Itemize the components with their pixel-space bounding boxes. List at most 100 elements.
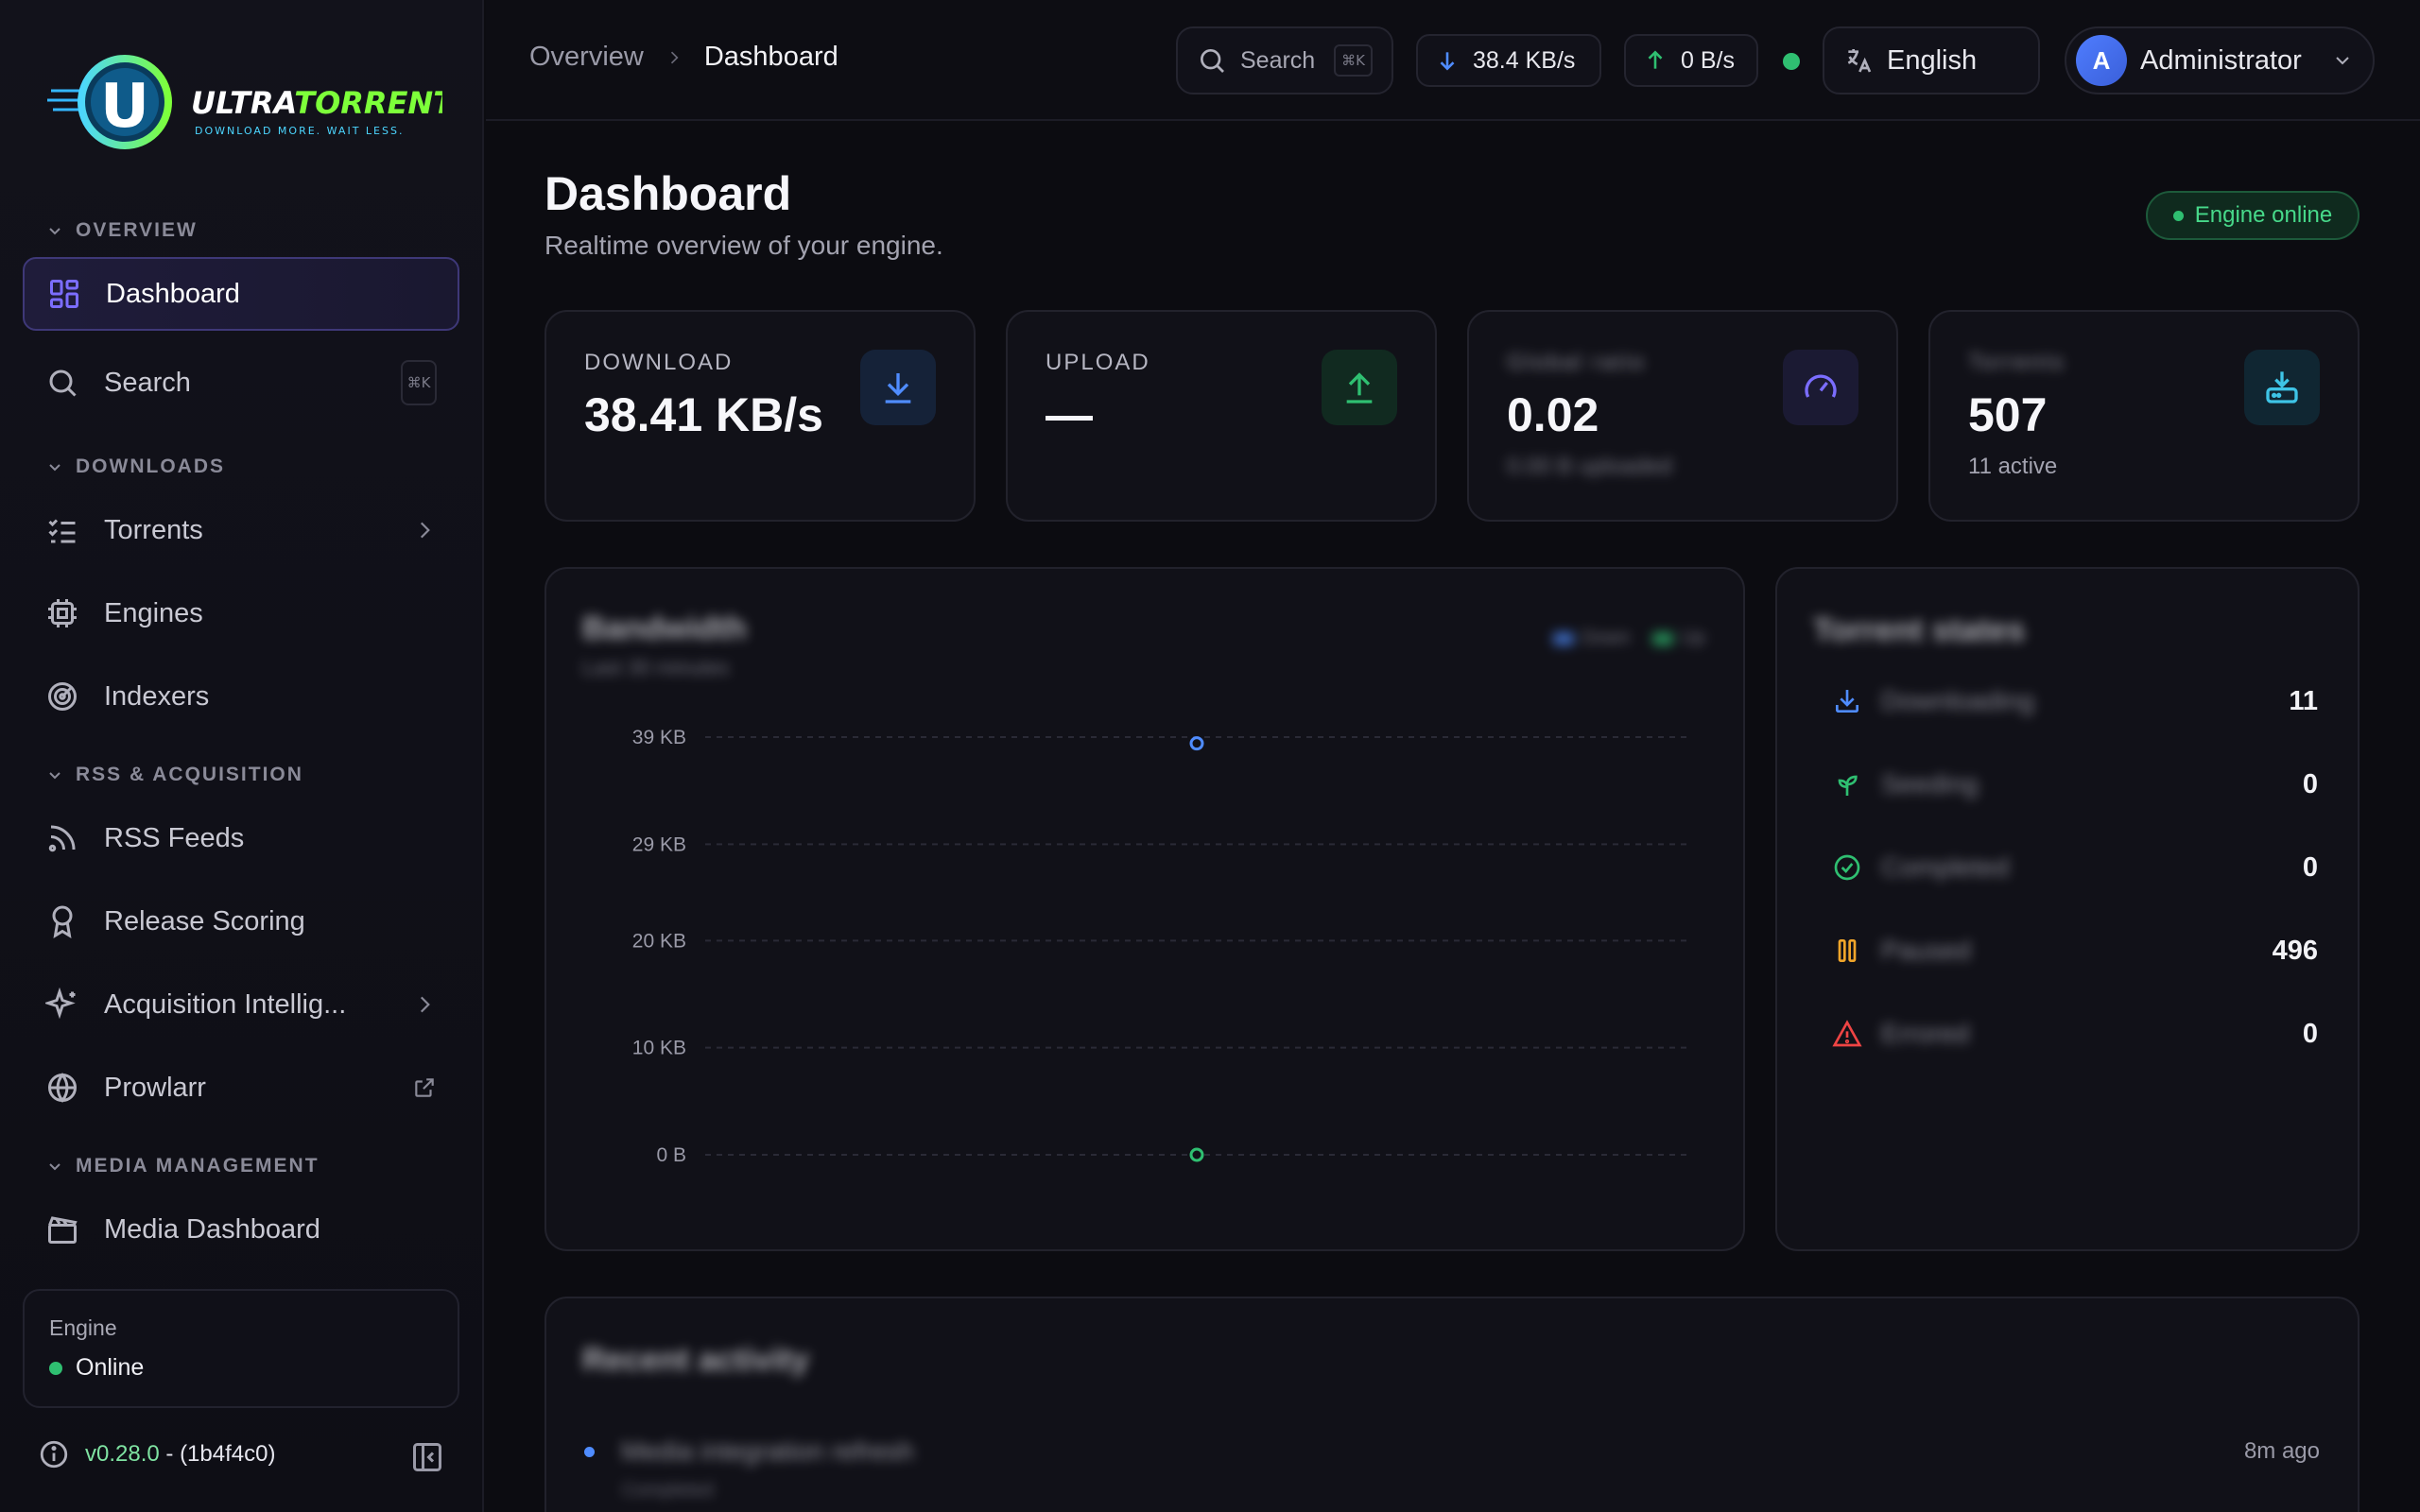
status-label: Completed — [1881, 852, 2010, 882]
torrent-states-panel: Torrent states Downloading 11 Seeding 0 Comp… — [1775, 567, 2360, 1251]
stat-card-download: DOWNLOAD 38.41 KB/s — [544, 310, 976, 522]
chevron-right-icon — [420, 996, 430, 1013]
svg-text:DOWNLOAD MORE. WAIT LESS.: DOWNLOAD MORE. WAIT LESS. — [195, 125, 404, 137]
sidebar-item-engines[interactable]: Engines — [23, 576, 459, 650]
brand-logo[interactable]: U ULTRATORRENT DOWNLOAD MORE. WAIT LESS. — [45, 49, 442, 159]
globe-icon — [48, 1073, 77, 1103]
version-number: v0.28.0 — [85, 1441, 160, 1467]
top-bar: Overview Dashboard Search ⌘K 38.4 KB/s 0… — [486, 0, 2420, 121]
y-tick-label: 39 KB — [632, 727, 686, 748]
collapse-sidebar-icon[interactable] — [410, 1440, 444, 1474]
upload-speed: 0 B/s — [1681, 46, 1735, 74]
status-count: 0 — [2302, 1018, 2318, 1049]
sidebar-item-search[interactable]: Search ⌘K — [23, 346, 459, 420]
sidebar-item-rss-feeds[interactable]: RSS Feeds — [23, 801, 459, 875]
svg-text:U: U — [100, 72, 149, 142]
sidebar-item-indexers[interactable]: Indexers — [23, 660, 459, 733]
data-point-up[interactable] — [1189, 1147, 1204, 1162]
user-menu[interactable]: A Administrator — [2065, 26, 2375, 94]
pause-icon — [1838, 939, 1857, 962]
upload-icon — [1346, 372, 1373, 404]
engine-label: Engine — [49, 1315, 117, 1340]
search-button[interactable]: Search ⌘K — [1176, 26, 1393, 94]
clapperboard-icon — [48, 1216, 78, 1244]
status-label: Paused — [1881, 936, 1971, 965]
sidebar-item-torrents[interactable]: Torrents — [23, 493, 459, 567]
sidebar-item-label: Torrents — [104, 514, 203, 545]
sparkles-icon — [45, 988, 76, 1020]
stat-card-upload: UPLOAD — — [1006, 310, 1437, 522]
hard-drive-download-icon — [2266, 371, 2298, 404]
breadcrumb-overview[interactable]: Overview — [529, 42, 644, 73]
stat-card-torrents: Torrents 507 11 active — [1928, 310, 2360, 522]
status-row[interactable]: Downloading 11 — [1832, 679, 2318, 724]
stat-icon-box — [2244, 350, 2320, 425]
status-count: 0 — [2302, 851, 2318, 883]
status-count: 0 — [2302, 768, 2318, 799]
sidebar-item-label: Prowlarr — [104, 1072, 206, 1103]
radar-icon — [48, 682, 77, 711]
search-icon — [49, 369, 77, 397]
arrow-down-icon — [1440, 52, 1455, 71]
engine-badge-label: Engine online — [2194, 202, 2333, 228]
search-label: Search — [1240, 46, 1316, 74]
section-downloads[interactable]: DOWNLOADS — [47, 455, 225, 478]
section-overview[interactable]: OVERVIEW — [47, 219, 198, 242]
arrow-up-icon — [1648, 50, 1663, 69]
section-downloads-label: DOWNLOADS — [76, 455, 225, 477]
engine-status: Online — [76, 1354, 145, 1381]
sidebar-item-prowlarr[interactable]: Prowlarr — [23, 1051, 459, 1125]
download-icon — [1836, 690, 1858, 713]
sidebar-item-label: Release Scoring — [104, 905, 305, 936]
status-row[interactable]: Errored 0 — [1832, 1011, 2318, 1057]
sidebar-item-label: Acquisition Intellig... — [104, 988, 347, 1020]
activity-item[interactable]: Media integration refresh 8m ago — [584, 1436, 2320, 1467]
sidebar-item-acquisition[interactable]: Acquisition Intellig... — [23, 968, 459, 1041]
status-row[interactable]: Seeding 0 — [1832, 762, 2318, 807]
download-speed: 38.4 KB/s — [1473, 46, 1576, 74]
cpu-icon — [48, 599, 77, 627]
version-hash: (1b4f4c0) — [180, 1441, 276, 1467]
dashboard-icon — [50, 280, 78, 308]
section-rss[interactable]: RSS & ACQUISITION — [47, 764, 303, 786]
user-name: Administrator — [2140, 44, 2302, 76]
check-circle-icon — [1834, 854, 1860, 881]
sidebar-item-label: Search — [104, 367, 191, 398]
stat-sub: 11 active — [1968, 454, 2058, 479]
y-tick-label: 10 KB — [632, 1038, 686, 1059]
stat-icon-box — [860, 350, 936, 425]
bandwidth-chart-panel: Bandwidth Last 30 minutes Down Up 0 B 10 … — [544, 567, 1745, 1251]
sidebar-item-label: Dashboard — [106, 278, 240, 309]
languages-icon — [1847, 49, 1872, 73]
breadcrumb-dashboard: Dashboard — [703, 42, 838, 72]
status-label: Seeding — [1881, 769, 1979, 799]
y-tick-label: 20 KB — [632, 930, 686, 952]
chevron-down-icon — [49, 228, 60, 235]
chevron-down-icon — [49, 1163, 60, 1171]
stat-card-ratio: Global ratio 0.02 0.00 B uploaded — [1467, 310, 1898, 522]
status-count: 496 — [2272, 935, 2318, 966]
sidebar-item-media-dashboard[interactable]: Media Dashboard — [23, 1193, 459, 1266]
sidebar-item-release-scoring[interactable]: Release Scoring — [23, 885, 459, 958]
section-media[interactable]: MEDIA MANAGEMENT — [47, 1155, 320, 1177]
activity-time: 8m ago — [2243, 1438, 2320, 1464]
connection-status-dot — [1783, 53, 1800, 70]
status-count: 11 — [2289, 685, 2318, 716]
chevron-right-icon — [420, 522, 430, 539]
data-point-down[interactable] — [1189, 736, 1204, 751]
section-overview-label: OVERVIEW — [76, 219, 198, 241]
status-dot — [2172, 210, 2184, 221]
stat-icon-box — [1322, 350, 1397, 425]
shortcut-hint: ⌘K — [1334, 44, 1373, 77]
status-row[interactable]: Paused 496 — [1832, 928, 2318, 973]
chevron-right-icon — [670, 51, 679, 63]
engine-status-card: Engine Online — [23, 1289, 459, 1408]
info-icon — [40, 1440, 68, 1469]
alert-triangle-icon — [1832, 1020, 1862, 1047]
status-row[interactable]: Completed 0 — [1832, 845, 2318, 890]
language-select[interactable]: English — [1823, 26, 2040, 94]
sidebar-item-dashboard[interactable]: Dashboard — [23, 257, 459, 331]
sidebar: U ULTRATORRENT DOWNLOAD MORE. WAIT LESS.… — [0, 0, 484, 1512]
external-link-icon — [415, 1078, 434, 1097]
panel-title: Recent activity — [582, 1342, 809, 1378]
